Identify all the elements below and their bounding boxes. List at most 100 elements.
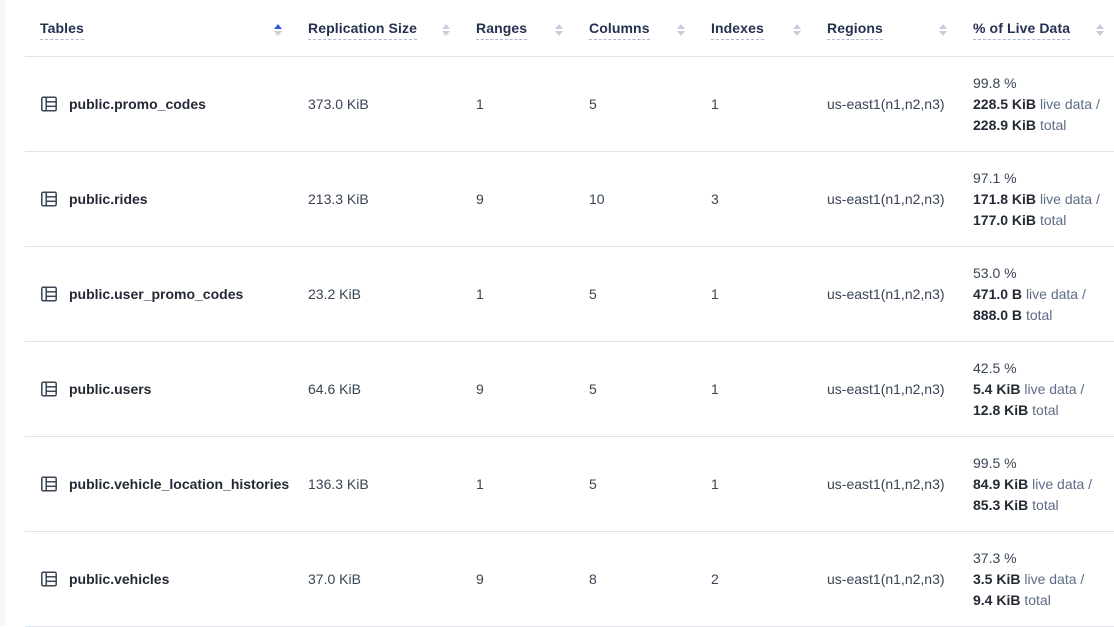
live-data-size-line: 171.8 KiB live data /: [973, 189, 1100, 210]
live-data-percent: 99.5 %: [973, 453, 1017, 474]
live-data-percent: 53.0 %: [973, 263, 1017, 284]
table-row: public.vehicle_location_histories 136.3 …: [25, 437, 1114, 532]
live-data-percent: 42.5 %: [973, 358, 1017, 379]
total-size-line: 12.8 KiB total: [973, 400, 1059, 421]
column-header-columns[interactable]: Columns: [589, 0, 711, 56]
regions-cell: us-east1(n1,n2,n3): [827, 247, 973, 341]
live-data-cell: 97.1 % 171.8 KiB live data / 177.0 KiB t…: [973, 152, 1114, 246]
regions-cell: us-east1(n1,n2,n3): [827, 152, 973, 246]
column-header-tables[interactable]: Tables: [25, 0, 308, 56]
total-size-line: 85.3 KiB total: [973, 495, 1059, 516]
table-row: public.user_promo_codes 23.2 KiB 1 5 1 u…: [25, 247, 1114, 342]
sort-arrows-icon: [274, 24, 282, 36]
table-name: public.vehicles: [69, 571, 169, 587]
table-name-link[interactable]: public.user_promo_codes: [25, 247, 308, 341]
live-data-percent: 99.8 %: [973, 73, 1017, 94]
table-row: public.promo_codes 373.0 KiB 1 5 1 us-ea…: [25, 57, 1114, 152]
column-header-label: Regions: [827, 20, 883, 40]
table-row: public.vehicles 37.0 KiB 9 8 2 us-east1(…: [25, 532, 1114, 627]
columns-cell: 10: [589, 152, 711, 246]
table-name: public.user_promo_codes: [69, 286, 243, 302]
column-header-label: Tables: [40, 20, 84, 40]
indexes-cell: 1: [711, 247, 827, 341]
column-header-label: % of Live Data: [973, 20, 1070, 40]
replication-size-cell: 64.6 KiB: [308, 342, 476, 436]
table-name: public.users: [69, 381, 151, 397]
tables-list: Tables Replication Size Ranges Columns I…: [25, 0, 1114, 627]
live-data-size-line: 471.0 B live data /: [973, 284, 1086, 305]
total-size-line: 228.9 KiB total: [973, 115, 1066, 136]
table-body: public.promo_codes 373.0 KiB 1 5 1 us-ea…: [25, 57, 1114, 627]
table-icon: [40, 475, 58, 493]
live-data-cell: 53.0 % 471.0 B live data / 888.0 B total: [973, 247, 1114, 341]
table-name: public.rides: [69, 191, 148, 207]
regions-cell: us-east1(n1,n2,n3): [827, 342, 973, 436]
live-data-size-line: 5.4 KiB live data /: [973, 379, 1084, 400]
table-header-row: Tables Replication Size Ranges Columns I…: [25, 0, 1114, 57]
columns-cell: 5: [589, 247, 711, 341]
columns-cell: 5: [589, 57, 711, 151]
live-data-size-line: 3.5 KiB live data /: [973, 569, 1084, 590]
column-header-ranges[interactable]: Ranges: [476, 0, 589, 56]
column-header-replication-size[interactable]: Replication Size: [308, 0, 476, 56]
table-icon: [40, 380, 58, 398]
total-size-line: 9.4 KiB total: [973, 590, 1051, 611]
replication-size-cell: 213.3 KiB: [308, 152, 476, 246]
regions-cell: us-east1(n1,n2,n3): [827, 437, 973, 531]
live-data-cell: 42.5 % 5.4 KiB live data / 12.8 KiB tota…: [973, 342, 1114, 436]
column-header-regions[interactable]: Regions: [827, 0, 973, 56]
indexes-cell: 2: [711, 532, 827, 626]
sort-arrows-icon: [555, 24, 563, 36]
replication-size-cell: 37.0 KiB: [308, 532, 476, 626]
ranges-cell: 1: [476, 57, 589, 151]
regions-cell: us-east1(n1,n2,n3): [827, 532, 973, 626]
sort-arrows-icon: [442, 24, 450, 36]
table-name: public.promo_codes: [69, 96, 206, 112]
indexes-cell: 1: [711, 437, 827, 531]
columns-cell: 8: [589, 532, 711, 626]
live-data-cell: 99.5 % 84.9 KiB live data / 85.3 KiB tot…: [973, 437, 1114, 531]
ranges-cell: 1: [476, 247, 589, 341]
live-data-size-line: 84.9 KiB live data /: [973, 474, 1092, 495]
sort-arrows-icon: [677, 24, 685, 36]
table-icon: [40, 570, 58, 588]
ranges-cell: 9: [476, 342, 589, 436]
column-header-label: Columns: [589, 20, 650, 40]
indexes-cell: 3: [711, 152, 827, 246]
table-name-link[interactable]: public.vehicles: [25, 532, 308, 626]
table-row: public.rides 213.3 KiB 9 10 3 us-east1(n…: [25, 152, 1114, 247]
indexes-cell: 1: [711, 342, 827, 436]
columns-cell: 5: [589, 437, 711, 531]
column-header-label: Indexes: [711, 20, 764, 40]
sort-arrows-icon: [1096, 24, 1104, 36]
table-icon: [40, 190, 58, 208]
ranges-cell: 9: [476, 152, 589, 246]
page-left-gutter: [0, 0, 6, 626]
table-name-link[interactable]: public.vehicle_location_histories: [25, 437, 308, 531]
live-data-cell: 37.3 % 3.5 KiB live data / 9.4 KiB total: [973, 532, 1114, 626]
column-header-indexes[interactable]: Indexes: [711, 0, 827, 56]
columns-cell: 5: [589, 342, 711, 436]
indexes-cell: 1: [711, 57, 827, 151]
column-header-label: Replication Size: [308, 20, 417, 40]
live-data-cell: 99.8 % 228.5 KiB live data / 228.9 KiB t…: [973, 57, 1114, 151]
live-data-size-line: 228.5 KiB live data /: [973, 94, 1100, 115]
column-header-live-data[interactable]: % of Live Data: [973, 0, 1114, 56]
ranges-cell: 1: [476, 437, 589, 531]
table-icon: [40, 95, 58, 113]
replication-size-cell: 136.3 KiB: [308, 437, 476, 531]
ranges-cell: 9: [476, 532, 589, 626]
live-data-percent: 97.1 %: [973, 168, 1017, 189]
sort-arrows-icon: [793, 24, 801, 36]
live-data-percent: 37.3 %: [973, 548, 1017, 569]
total-size-line: 177.0 KiB total: [973, 210, 1066, 231]
total-size-line: 888.0 B total: [973, 305, 1052, 326]
replication-size-cell: 23.2 KiB: [308, 247, 476, 341]
table-name-link[interactable]: public.rides: [25, 152, 308, 246]
table-name-link[interactable]: public.promo_codes: [25, 57, 308, 151]
column-header-label: Ranges: [476, 20, 527, 40]
sort-arrows-icon: [939, 24, 947, 36]
regions-cell: us-east1(n1,n2,n3): [827, 57, 973, 151]
table-icon: [40, 285, 58, 303]
table-name-link[interactable]: public.users: [25, 342, 308, 436]
